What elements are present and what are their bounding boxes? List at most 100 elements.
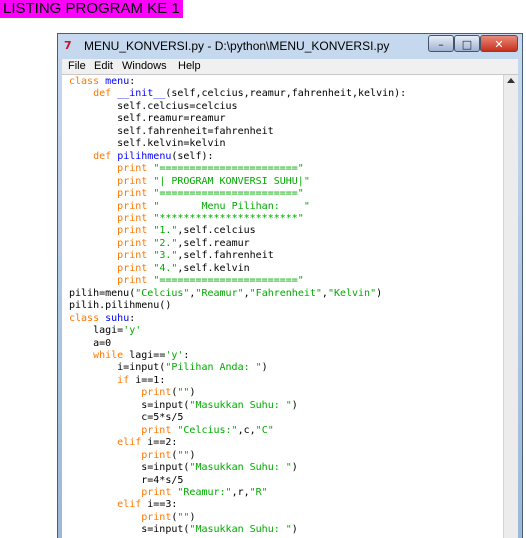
code-token: print [141, 511, 172, 523]
code-line[interactable]: def __init__(self,celcius,reamur,fahrenh… [69, 88, 406, 99]
code-token: ) [189, 511, 196, 523]
code-token: i==3: [141, 499, 178, 511]
code-token: pilihmenu [117, 150, 172, 162]
code-token: c=5*s/5 [69, 412, 184, 424]
code-token: ,self.fahrenheit [177, 250, 274, 262]
code-token: "Masukkan Suhu: " [189, 399, 292, 411]
code-token: "2." [153, 237, 178, 249]
menu-file[interactable]: File [68, 59, 86, 74]
code-line[interactable]: print("") [69, 450, 195, 461]
maximize-button[interactable]: □ [454, 35, 480, 52]
code-token: r=4*s/5 [69, 474, 184, 486]
title-bar[interactable]: 7 MENU_KONVERSI.py - D:\python\MENU_KONV… [58, 34, 522, 58]
code-token: "Celcius" [135, 287, 190, 299]
menu-edit[interactable]: Edit [94, 59, 113, 74]
code-line[interactable]: print "=======================" [69, 163, 304, 174]
code-line[interactable]: print "Celcius:",c,"C" [69, 424, 273, 436]
code-line[interactable]: print "| PROGRAM KONVERSI SUHU|" [69, 176, 310, 187]
code-token: "***********************" [153, 212, 304, 224]
code-token: print [117, 200, 148, 212]
code-token: ) [291, 462, 298, 474]
code-line[interactable]: elif i==2: [69, 437, 177, 448]
code-token: "" [177, 449, 190, 461]
code-editor[interactable]: class menu: def __init__(self,celcius,re… [62, 75, 518, 538]
code-line[interactable]: c=5*s/5 [69, 412, 183, 423]
code-line[interactable]: self.fahrenheit=fahrenheit [69, 126, 274, 137]
code-line[interactable]: print "4.",self.kelvin [69, 263, 249, 274]
code-line[interactable]: print "Reamur:",r,"R" [69, 486, 268, 498]
code-line[interactable]: print("") [69, 387, 195, 398]
minimize-button[interactable]: – [428, 35, 454, 52]
code-line[interactable]: pilih=menu("Celcius","Reamur","Fahrenhei… [69, 288, 382, 299]
code-token: ,self.reamur [177, 237, 250, 249]
code-line[interactable]: print("") [69, 512, 195, 523]
maximize-icon: □ [461, 38, 473, 51]
code-token: : [183, 349, 190, 361]
code-token: (self,celcius,reamur,fahrenheit,kelvin): [165, 88, 407, 100]
code-line[interactable]: class suhu: [69, 313, 135, 324]
code-token: self.kelvin=kelvin [69, 138, 226, 150]
code-token: "Pilihan Anda: " [165, 362, 262, 374]
code-line[interactable]: elif i==3: [69, 499, 177, 510]
code-line[interactable]: if i==1: [69, 375, 165, 386]
code-token: "=======================" [153, 188, 304, 200]
code-line[interactable]: print " Menu Pilihan: " [69, 201, 310, 212]
code-line[interactable]: print "=======================" [69, 275, 304, 286]
code-line[interactable]: while lagi=='y': [69, 350, 189, 361]
code-token: print [141, 486, 172, 498]
vertical-scrollbar[interactable] [503, 75, 518, 538]
code-line[interactable]: class menu: [69, 76, 135, 87]
code-token: "Masukkan Suhu: " [189, 524, 292, 536]
code-token: ,c, [237, 424, 256, 436]
code-token: "R" [249, 486, 268, 498]
code-token: print [117, 275, 148, 287]
code-token: : [129, 312, 136, 324]
code-line[interactable]: print "***********************" [69, 213, 304, 224]
menu-help[interactable]: Help [178, 59, 201, 74]
menu-windows[interactable]: Windows [122, 59, 167, 74]
code-line[interactable]: self.kelvin=kelvin [69, 138, 226, 150]
code-line[interactable]: print "3.",self.fahrenheit [69, 250, 274, 261]
code-token: "1." [153, 225, 178, 237]
code-token: "Fahrenheit" [249, 287, 322, 299]
code-line[interactable]: a=0 [69, 338, 111, 349]
code-token: menu [105, 76, 130, 87]
code-line[interactable]: r=4*s/5 [69, 475, 183, 486]
code-token: "" [177, 387, 190, 399]
code-line[interactable]: self.reamur=reamur [69, 113, 225, 124]
code-line[interactable]: s=input("Masukkan Suhu: ") [69, 462, 298, 473]
code-line[interactable]: print "=======================" [69, 188, 304, 199]
code-line[interactable]: pilih.pilihmenu() [69, 300, 171, 311]
code-line[interactable]: s=input("Masukkan Suhu: ") [69, 524, 298, 535]
code-token: print [117, 250, 148, 262]
code-line[interactable]: s=input("Masukkan Suhu: ") [69, 400, 298, 411]
code-token: print [117, 188, 148, 200]
code-line[interactable]: self.celcius=celcius [69, 101, 237, 112]
code-line[interactable]: print "2.",self.reamur [69, 237, 250, 249]
scroll-up-arrow-icon[interactable] [507, 78, 515, 83]
code-token: i=input( [69, 362, 166, 374]
code-token: "" [177, 511, 190, 523]
code-line[interactable]: print "1.",self.celcius [69, 225, 256, 236]
code-token: elif [117, 499, 142, 511]
code-text[interactable]: class menu: def __init__(self,celcius,re… [69, 76, 406, 537]
code-token: pilih.pilihmenu() [69, 300, 172, 312]
close-button[interactable]: ✕ [480, 35, 518, 52]
code-token: ) [261, 362, 268, 374]
code-line[interactable]: i=input("Pilihan Anda: ") [69, 362, 268, 373]
code-line[interactable]: def pilihmenu(self): [69, 150, 213, 162]
code-token: ) [189, 387, 196, 399]
code-line[interactable]: lagi='y' [69, 325, 141, 336]
code-token: print [117, 175, 148, 187]
